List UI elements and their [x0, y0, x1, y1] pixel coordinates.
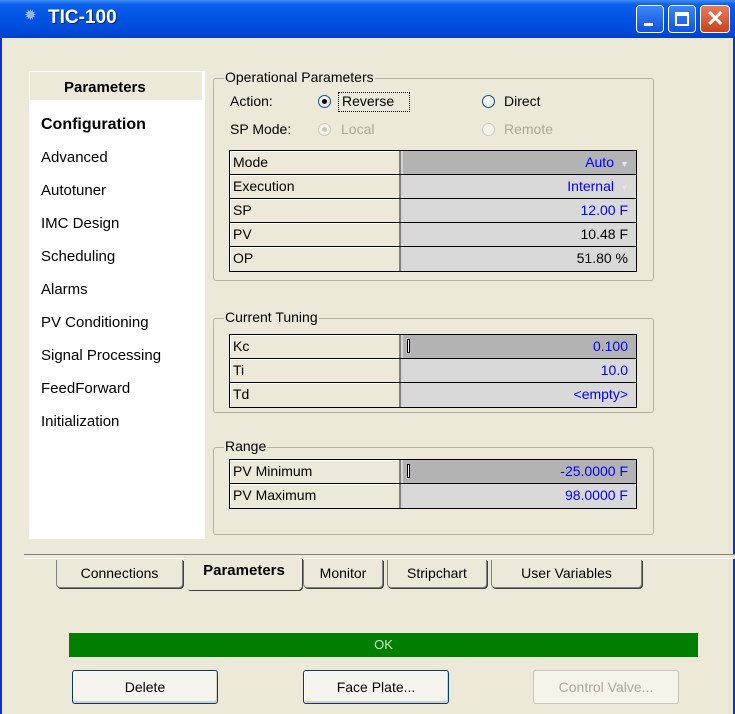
tab-parameters[interactable]: Parameters — [186, 558, 302, 590]
minimize-button[interactable] — [636, 5, 664, 33]
grid-row-sp[interactable]: SP 12.00 F — [230, 199, 636, 223]
pv-minimum-value-text: -25.0000 F — [560, 463, 628, 479]
row-name: Td — [230, 383, 401, 407]
window-title: TIC-100 — [48, 7, 117, 28]
grid-row-op: OP 51.80 % — [230, 247, 636, 271]
tab-connections[interactable]: Connections — [56, 560, 183, 588]
mode-value[interactable]: Auto ▼ — [403, 151, 636, 174]
edit-cursor — [407, 339, 410, 353]
sidebar-header: Parameters — [30, 72, 202, 100]
window: ✹ TIC-100 ✕ Parameters Configuration Adv… — [0, 0, 735, 714]
row-name: Ti — [230, 359, 401, 382]
tuning-grid: Kc 0.100 Ti 10.0 Td <empty> — [229, 334, 637, 408]
control-valve-button: Control Valve... — [533, 670, 679, 704]
row-name: PV — [230, 223, 401, 246]
sidebar-item-advanced[interactable]: Advanced — [41, 147, 161, 180]
current-tuning-group: Current Tuning Kc 0.100 Ti 10.0 Td <empt… — [213, 309, 654, 413]
direct-radio[interactable] — [482, 95, 495, 108]
maximize-icon — [675, 12, 689, 26]
minimize-icon — [644, 23, 653, 26]
sidebar-item-signal-processing[interactable]: Signal Processing — [41, 345, 161, 378]
grid-row-pv-maximum[interactable]: PV Maximum 98.0000 F — [230, 484, 636, 508]
remote-radio — [482, 123, 495, 136]
grid-row-mode[interactable]: Mode Auto ▼ — [230, 151, 636, 175]
reverse-radio[interactable] — [318, 95, 331, 108]
grid-row-ti[interactable]: Ti 10.0 — [230, 359, 636, 383]
range-group: Range PV Minimum -25.0000 F PV Maximum 9… — [213, 438, 654, 535]
operational-parameters-legend: Operational Parameters — [224, 69, 375, 86]
title-bar[interactable]: ✹ TIC-100 ✕ — [0, 0, 735, 38]
tab-stripchart[interactable]: Stripchart — [387, 560, 487, 588]
sidebar-item-autotuner[interactable]: Autotuner — [41, 180, 161, 213]
local-label: Local — [341, 121, 375, 137]
grid-row-execution[interactable]: Execution Internal ▼ — [230, 175, 636, 199]
row-name: SP — [230, 199, 401, 222]
tab-user-variables[interactable]: User Variables — [491, 560, 642, 588]
pv-maximum-value[interactable]: 98.0000 F — [403, 484, 636, 508]
delete-button[interactable]: Delete — [72, 670, 218, 704]
dropdown-arrow-icon[interactable]: ▼ — [620, 177, 629, 199]
row-name: OP — [230, 247, 401, 271]
kc-value[interactable]: 0.100 — [403, 335, 636, 358]
grid-row-pv: PV 10.48 F — [230, 223, 636, 247]
mode-value-text: Auto — [585, 154, 614, 170]
grid-row-pv-minimum[interactable]: PV Minimum -25.0000 F — [230, 460, 636, 484]
remote-label: Remote — [504, 121, 554, 137]
pv-value: 10.48 F — [403, 223, 636, 246]
sidebar-item-imc-design[interactable]: IMC Design — [41, 213, 161, 246]
sidebar-item-feedforward[interactable]: FeedForward — [41, 378, 161, 411]
row-name: PV Minimum — [230, 460, 401, 483]
row-name: Kc — [230, 335, 401, 358]
td-value[interactable]: <empty> — [403, 383, 636, 407]
grid-row-td[interactable]: Td <empty> — [230, 383, 636, 407]
kc-value-text: 0.100 — [592, 338, 628, 354]
sidebar-header-label: Parameters — [64, 79, 146, 96]
face-plate-button[interactable]: Face Plate... — [303, 670, 449, 704]
sidebar-item-alarms[interactable]: Alarms — [41, 279, 161, 312]
tab-strip-line — [24, 554, 735, 559]
parameters-sidebar: Parameters Configuration Advanced Autotu… — [29, 71, 205, 539]
app-gear-icon: ✹ — [24, 7, 37, 24]
sidebar-item-scheduling[interactable]: Scheduling — [41, 246, 161, 279]
sp-value[interactable]: 12.00 F — [403, 199, 636, 222]
maximize-button[interactable] — [668, 5, 696, 33]
operational-parameters-group: Operational Parameters Action: Reverse D… — [213, 69, 654, 281]
sidebar-item-initialization[interactable]: Initialization — [41, 411, 161, 444]
status-bar: OK — [69, 633, 698, 657]
local-radio — [318, 123, 331, 136]
current-tuning-legend: Current Tuning — [224, 309, 319, 326]
range-grid: PV Minimum -25.0000 F PV Maximum 98.0000… — [229, 459, 637, 509]
row-name: Execution — [230, 175, 401, 198]
direct-label[interactable]: Direct — [504, 93, 541, 109]
row-name: Mode — [230, 151, 401, 174]
ti-value[interactable]: 10.0 — [403, 359, 636, 382]
pv-minimum-value[interactable]: -25.0000 F — [403, 460, 636, 483]
sidebar-item-configuration[interactable]: Configuration — [41, 114, 161, 147]
execution-value[interactable]: Internal ▼ — [403, 175, 636, 198]
execution-value-text: Internal — [567, 178, 614, 194]
dropdown-arrow-icon[interactable]: ▼ — [620, 153, 629, 175]
close-button[interactable]: ✕ — [700, 5, 730, 33]
operational-grid: Mode Auto ▼ Execution Internal ▼ SP 12.00 … — [229, 150, 637, 272]
action-label: Action: — [230, 93, 273, 109]
row-name: PV Maximum — [230, 484, 401, 508]
grid-row-kc[interactable]: Kc 0.100 — [230, 335, 636, 359]
edit-cursor — [407, 464, 410, 478]
close-icon: ✕ — [706, 6, 725, 31]
sidebar-list: Configuration Advanced Autotuner IMC Des… — [41, 114, 161, 444]
op-value: 51.80 % — [403, 247, 636, 271]
tab-strip: Connections Parameters Monitor Stripchar… — [24, 550, 735, 590]
range-legend: Range — [224, 438, 268, 455]
reverse-label[interactable]: Reverse — [342, 93, 394, 109]
sidebar-item-pv-conditioning[interactable]: PV Conditioning — [41, 312, 161, 345]
tab-monitor[interactable]: Monitor — [303, 560, 383, 588]
sp-mode-label: SP Mode: — [230, 121, 292, 137]
